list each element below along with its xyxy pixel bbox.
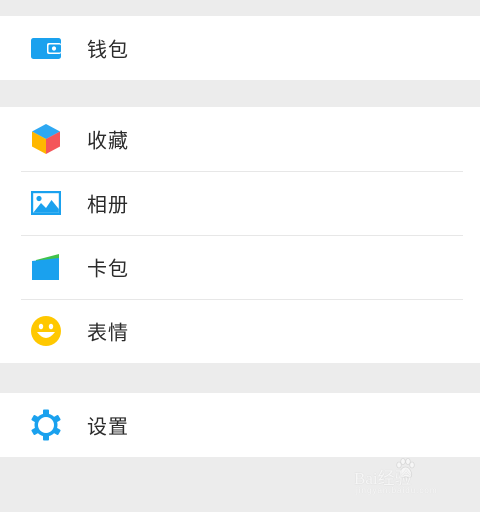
menu-item-label: 设置 [87,414,129,439]
menu-item-label: 钱包 [87,37,129,62]
wallet-icon [30,32,62,64]
menu-item-favorites[interactable]: 收藏 [0,107,480,171]
smiley-face-icon [30,315,62,347]
baidu-jingyan-watermark: Bai经验 jingyan.baidu.com [354,456,454,500]
watermark-url: jingyan.baidu.com [356,486,438,495]
features-section: 收藏 相册 卡包 表情 [0,107,480,363]
menu-item-stickers[interactable]: 表情 [0,299,480,363]
menu-item-album[interactable]: 相册 [0,171,480,235]
card-pack-icon [30,251,62,283]
menu-item-label: 卡包 [87,256,129,281]
menu-item-label: 表情 [87,320,129,345]
album-picture-icon [30,187,62,219]
menu-item-label: 相册 [87,192,129,217]
menu-item-settings[interactable]: 设置 [0,393,480,457]
gear-icon [30,409,62,441]
settings-section: 设置 [0,393,480,457]
menu-item-label: 收藏 [87,128,129,153]
wallet-section: 钱包 [0,16,480,80]
favorites-cube-icon [30,123,62,155]
menu-item-wallet[interactable]: 钱包 [0,16,480,80]
menu-item-cards[interactable]: 卡包 [0,235,480,299]
